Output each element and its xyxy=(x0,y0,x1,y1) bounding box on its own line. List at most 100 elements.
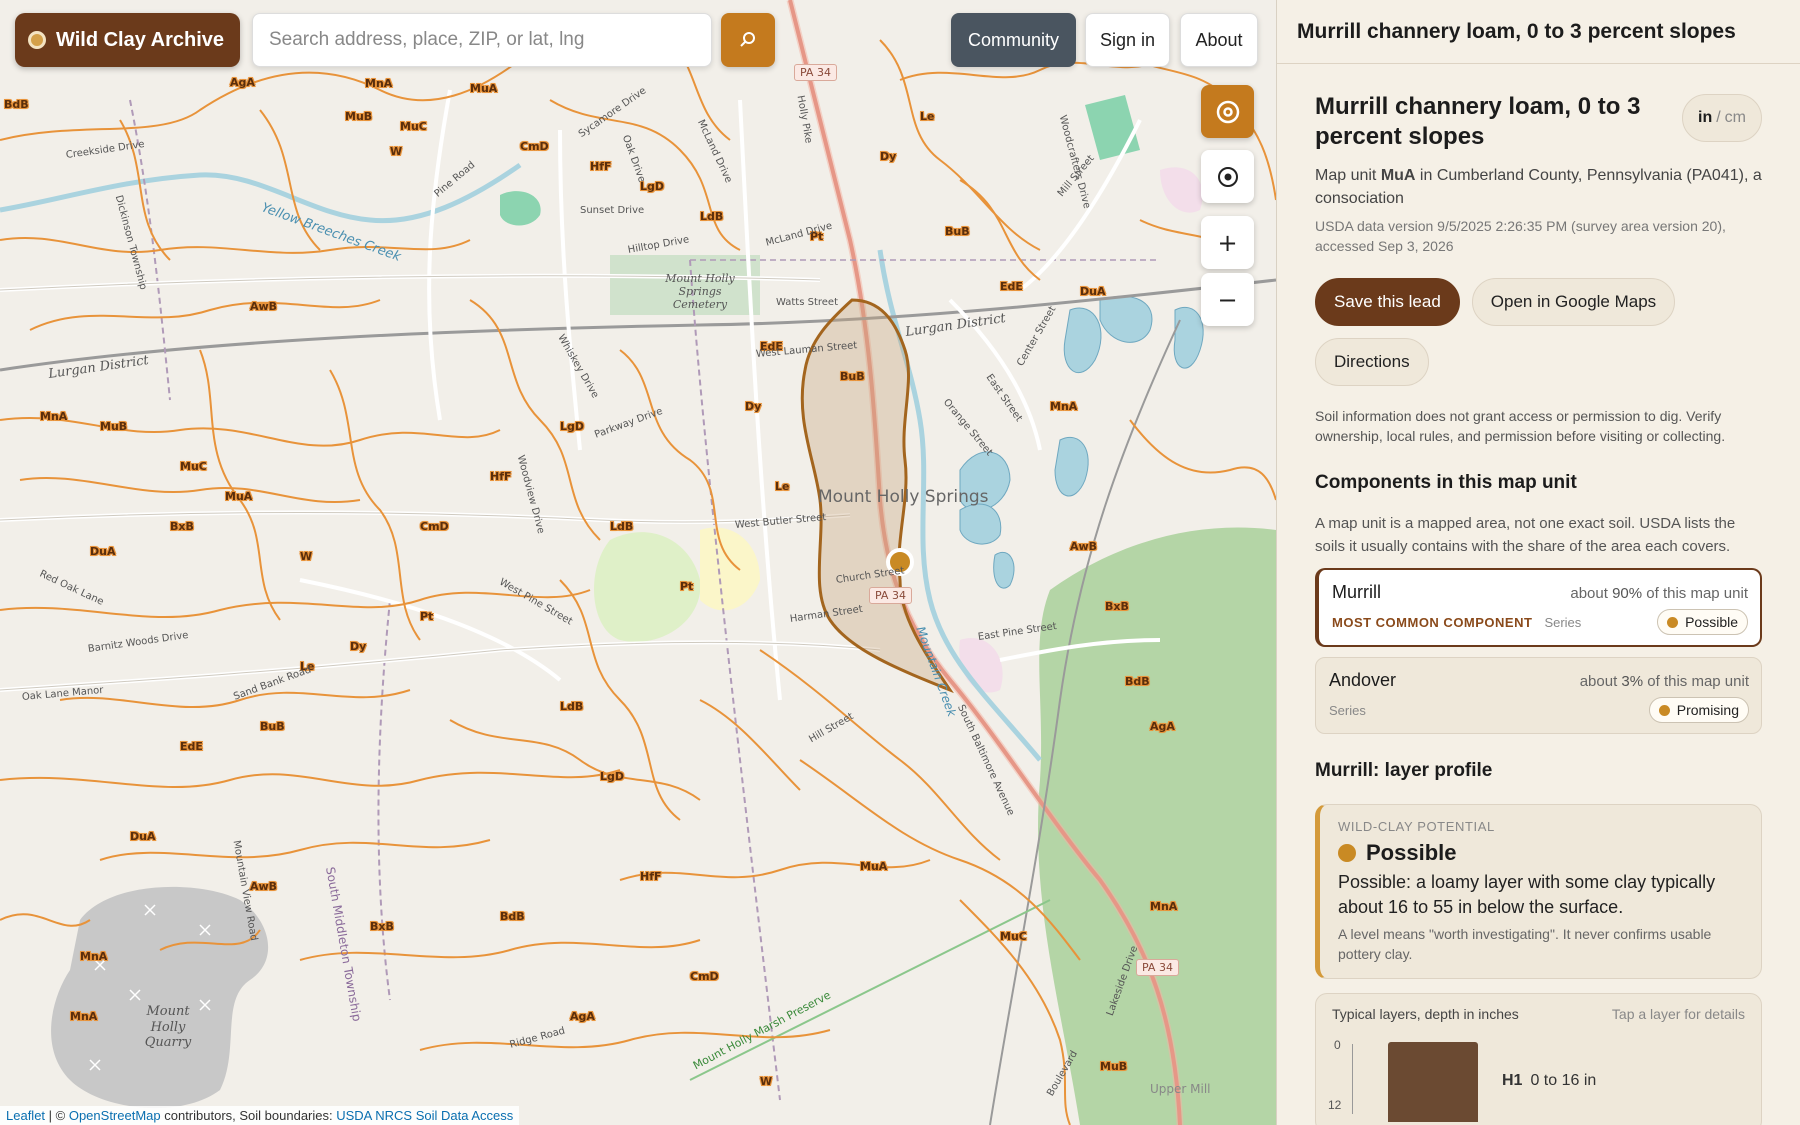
soil-unit-label: LgD xyxy=(640,180,665,193)
osm-link[interactable]: OpenStreetMap xyxy=(69,1108,161,1123)
soil-unit-label: MuC xyxy=(400,120,427,133)
soil-unit-label: AwB xyxy=(250,300,278,313)
zoom-out-button[interactable]: − xyxy=(1201,273,1254,326)
soil-unit-label: W xyxy=(760,1075,773,1088)
action-buttons: Save this lead Open in Google Maps Direc… xyxy=(1315,278,1762,386)
place-label-quarry: Mount Holly Quarry xyxy=(144,1004,192,1051)
unit-cm-option[interactable]: cm xyxy=(1725,109,1746,127)
search-placeholder: Search address, place, ZIP, or lat, lng xyxy=(269,29,585,50)
search-button[interactable] xyxy=(721,13,775,67)
soil-unit-label: MnA xyxy=(1150,900,1178,913)
potential-badge: Possible xyxy=(1657,609,1748,635)
brand-logo-icon xyxy=(28,31,46,49)
component-share: about 3% of this map unit xyxy=(1579,673,1749,690)
soil-unit-label: Pt xyxy=(680,580,694,593)
route-shield-pa34-south: PA 34 xyxy=(1136,959,1179,976)
street-label: Sunset Drive xyxy=(580,205,645,216)
soil-map[interactable]: BdB AgA MnA MuB MuC MuA W CmD HfF LgD LdB Pt Dy Le BuB… xyxy=(0,0,1276,1125)
layer-profile-heading: Murrill: layer profile xyxy=(1315,760,1493,781)
soil-unit-label: MuA xyxy=(860,860,888,873)
potential-badge: Promising xyxy=(1648,697,1749,723)
leaflet-link[interactable]: Leaflet xyxy=(6,1108,45,1123)
panel-body: Murrill channery loam, 0 to 3 percent sl… xyxy=(1277,64,1800,1125)
soil-unit-label: Le xyxy=(920,110,935,123)
layer-toggle-button[interactable] xyxy=(1201,85,1254,138)
soil-unit-label: BdB xyxy=(500,910,525,923)
soil-unit-label: HfF xyxy=(640,870,662,883)
place-label-mount-holly-springs: Mount Holly Springs xyxy=(818,487,989,507)
layers-title: Typical layers, depth in inches xyxy=(1332,1006,1519,1022)
soil-unit-label: BuB xyxy=(945,225,970,238)
soil-unit-label: DuA xyxy=(1080,285,1106,298)
about-button[interactable]: About xyxy=(1180,13,1258,67)
soil-unit-label: MnA xyxy=(70,1010,98,1023)
potential-note: A level means "worth investigating". It … xyxy=(1338,926,1712,962)
soil-unit-label: LdB xyxy=(700,210,724,223)
details-panel: Murrill channery loam, 0 to 3 percent sl… xyxy=(1276,0,1800,1125)
component-card-andover[interactable]: Andover about 3% of this map unit Series… xyxy=(1315,657,1762,734)
soil-unit-label: AgA xyxy=(230,76,255,89)
soil-unit-label: MuA xyxy=(470,82,498,95)
soil-unit-label: LgD xyxy=(600,770,625,783)
wild-clay-potential-card: WILD-CLAY POTENTIAL Possible Possible: a… xyxy=(1315,804,1762,979)
street-label: Watts Street xyxy=(776,297,838,308)
soil-unit-label: LdB xyxy=(560,700,584,713)
brand-home-button[interactable]: Wild Clay Archive xyxy=(15,13,241,67)
soil-unit-label: BdB xyxy=(1125,675,1150,688)
potential-dot-icon xyxy=(1667,616,1679,628)
potential-level: Possible xyxy=(1338,840,1745,866)
brand-name: Wild Clay Archive xyxy=(56,28,225,51)
soil-unit-label: Le xyxy=(775,480,790,493)
depth-axis xyxy=(1352,1044,1353,1114)
soil-unit-label: LdB xyxy=(610,520,634,533)
component-share: about 90% of this map unit xyxy=(1570,585,1748,602)
soil-unit-label: CmD xyxy=(690,970,719,983)
panel-header-title: Murrill channery loam, 0 to 3 percent sl… xyxy=(1277,0,1800,64)
component-kind: Series xyxy=(1329,702,1366,718)
soil-unit-label: AwB xyxy=(1070,540,1098,553)
zoom-in-button[interactable]: + xyxy=(1201,216,1254,269)
layers-hint: Tap a layer for details xyxy=(1611,1006,1745,1022)
community-button[interactable]: Community xyxy=(951,13,1076,67)
component-name: Andover xyxy=(1329,670,1397,690)
map-unit-symbol: MuA xyxy=(1380,167,1416,184)
data-version-meta: USDA data version 9/5/2025 2:26:35 PM (s… xyxy=(1315,218,1726,254)
search-icon xyxy=(740,32,755,47)
component-card-murrill[interactable]: Murrill about 90% of this map unit MOST … xyxy=(1315,568,1762,647)
soil-unit-label: BdB xyxy=(4,98,29,111)
search-input[interactable]: Search address, place, ZIP, or lat, lng xyxy=(252,13,712,67)
component-name: Murrill xyxy=(1332,582,1381,602)
soil-unit-label: W xyxy=(390,145,403,158)
components-intro: A map unit is a mapped area, not one exa… xyxy=(1315,515,1736,555)
save-lead-button[interactable]: Save this lead xyxy=(1315,278,1460,326)
soil-unit-label: MnA xyxy=(365,77,393,90)
sign-in-button[interactable]: Sign in xyxy=(1085,13,1170,67)
depth-axis-label: 12 xyxy=(1328,1098,1342,1112)
soil-unit-label: MuB xyxy=(1100,1060,1128,1073)
components-heading: Components in this map unit xyxy=(1315,472,1577,493)
soil-unit-label: BxB xyxy=(1105,600,1129,613)
soil-unit-label: HfF xyxy=(590,160,612,173)
soil-unit-label: CmD xyxy=(420,520,449,533)
usda-link[interactable]: USDA NRCS Soil Data Access xyxy=(336,1108,513,1123)
layer-label-h1[interactable]: H1 0 to 16 in xyxy=(1502,1072,1596,1090)
map-attribution: Leaflet | © OpenStreetMap contributors, … xyxy=(0,1106,520,1125)
soil-unit-label: MnA xyxy=(40,410,68,423)
soil-unit-label: DuA xyxy=(130,830,156,843)
soil-unit-label: MuC xyxy=(180,460,207,473)
soil-unit-label: BxB xyxy=(170,520,194,533)
soil-unit-label: DuA xyxy=(90,545,116,558)
soil-unit-label: BuB xyxy=(840,370,865,383)
unit-toggle[interactable]: in / cm xyxy=(1682,94,1762,142)
unit-in-option[interactable]: in xyxy=(1698,109,1712,127)
route-shield-pa34-center: PA 34 xyxy=(869,587,912,604)
map-unit-title: Murrill channery loam, 0 to 3 percent sl… xyxy=(1315,93,1641,150)
soil-unit-label: MuB xyxy=(100,420,128,433)
directions-button[interactable]: Directions xyxy=(1315,338,1429,386)
locate-me-button[interactable] xyxy=(1201,150,1254,203)
layer-bar-h1[interactable] xyxy=(1388,1042,1478,1122)
soil-unit-label: MuB xyxy=(345,110,373,123)
most-common-tag: MOST COMMON COMPONENT xyxy=(1332,614,1533,630)
soil-unit-label: AgA xyxy=(1150,720,1175,733)
open-google-maps-button[interactable]: Open in Google Maps xyxy=(1471,278,1676,326)
